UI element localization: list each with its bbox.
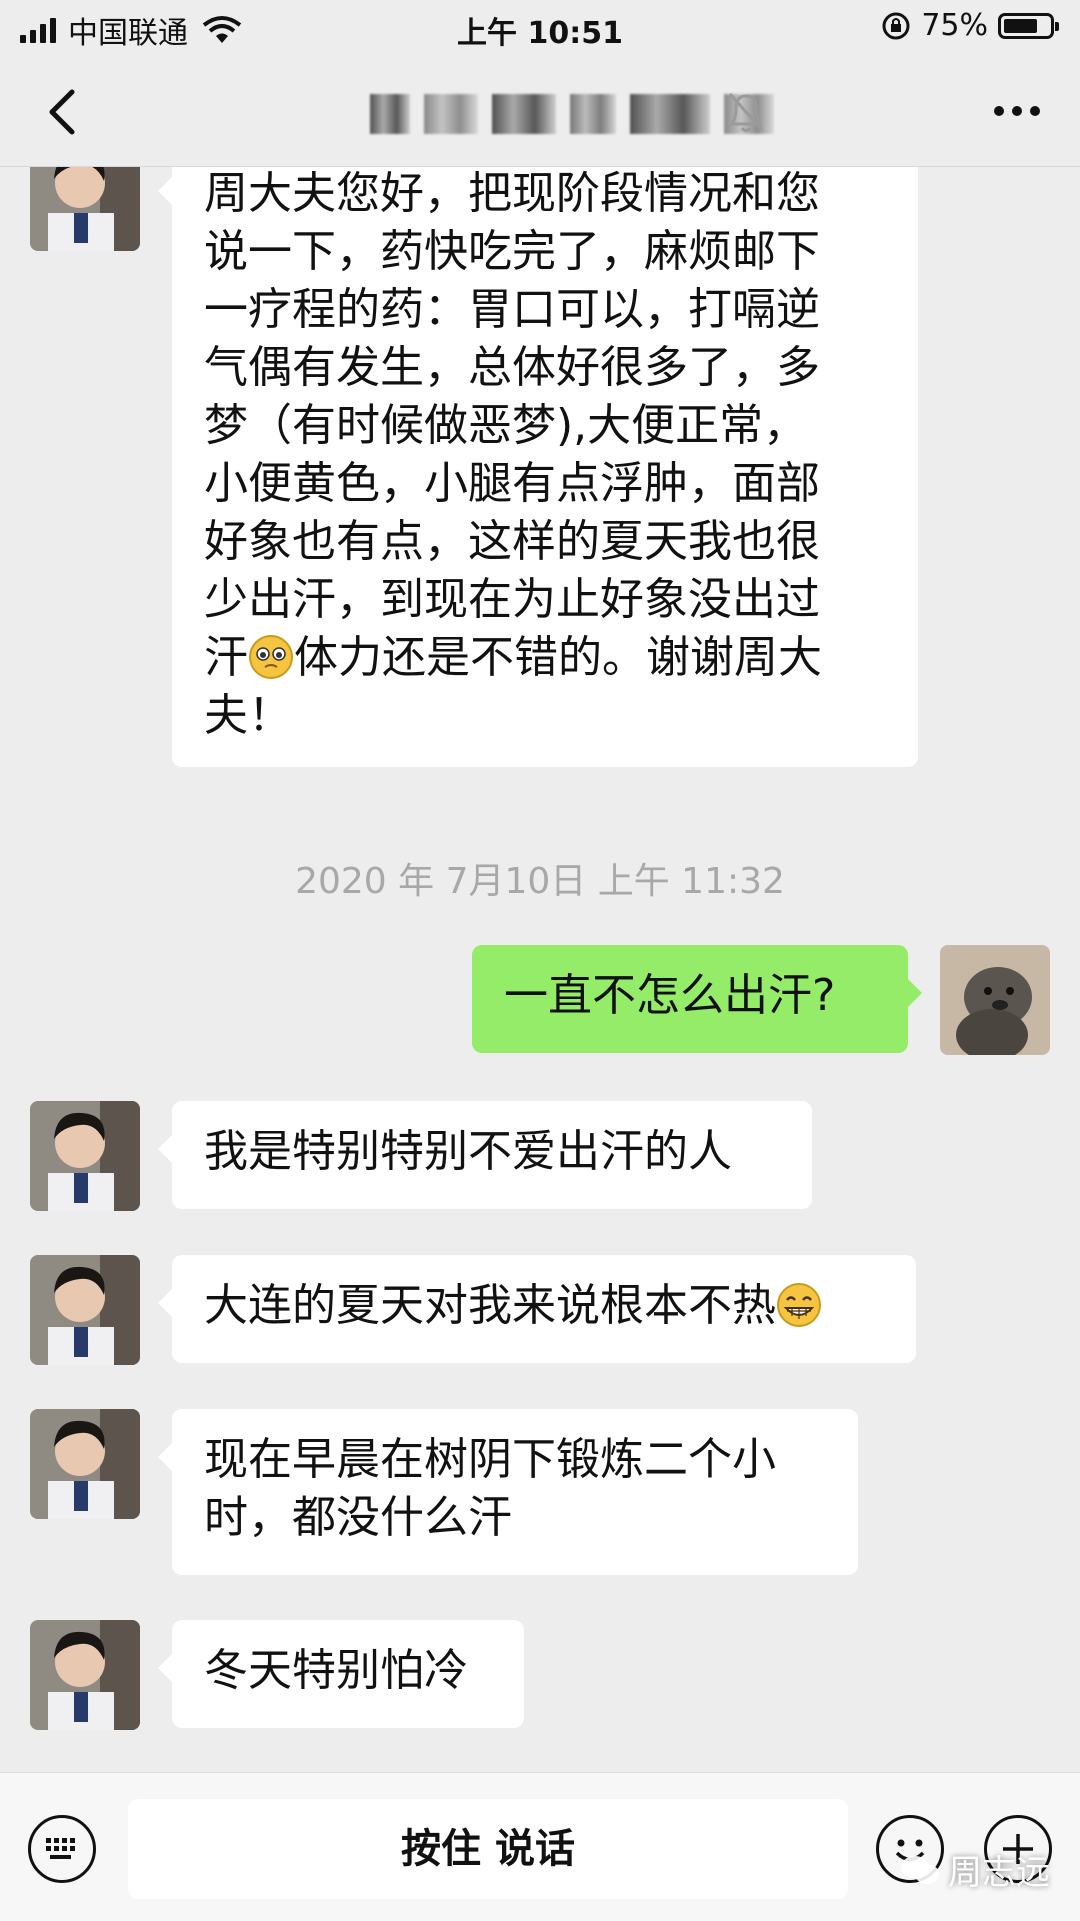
emoji-pleading-icon	[249, 635, 293, 679]
avatar[interactable]	[30, 1101, 140, 1211]
message-bubble-outgoing[interactable]: 一直不怎么出汗?	[472, 945, 922, 1053]
message-text: 我是特别特别不爱出汗的人	[204, 1126, 732, 1177]
chevron-left-icon[interactable]	[36, 82, 96, 142]
keyboard-icon[interactable]	[28, 1815, 96, 1883]
input-bar: 按住 说话 周志远	[0, 1772, 1080, 1921]
message-bubble[interactable]: 冬天特别怕冷	[158, 1620, 524, 1728]
message-text: 现在早晨在树阴下锻炼二个小 时，都没什么汗	[204, 1434, 776, 1543]
message-bubble[interactable]: 我是特别特别不爱出汗的人	[158, 1101, 812, 1209]
timestamp: 2020 年 7月10日 上午 11:32	[295, 861, 785, 902]
avatar-self[interactable]	[940, 945, 1050, 1055]
message-bubble[interactable]: 现在早晨在树阴下锻炼二个小 时，都没什么汗	[158, 1409, 858, 1575]
avatar[interactable]	[30, 1620, 140, 1730]
watermark-text: 周志远	[948, 1853, 1050, 1893]
hold-to-talk-button[interactable]: 按住 说话	[128, 1799, 848, 1899]
message-text: 冬天特别怕冷	[204, 1645, 468, 1696]
bell-slash-icon	[728, 93, 764, 132]
rotation-lock-icon	[882, 12, 910, 39]
watermark: 周志远	[900, 1845, 1050, 1894]
status-right: 75%	[881, 8, 1059, 43]
message-text: 周大夫您好，把现阶段情况和您 说一下，药快吃完了，麻烦邮下 一疗程的药：胃口可以…	[204, 168, 820, 683]
chat-header	[0, 56, 1080, 167]
avatar[interactable]	[30, 1255, 140, 1365]
battery-icon	[998, 12, 1059, 39]
message-text: 一直不怎么出汗?	[504, 970, 836, 1021]
message-text: 大连的夏天对我来说根本不热	[204, 1280, 776, 1331]
more-dots-icon[interactable]	[994, 106, 1040, 116]
emoji-grin-icon	[777, 1283, 821, 1327]
message-bubble[interactable]: 周大夫您好，把现阶段情况和您 说一下，药快吃完了，麻烦邮下 一疗程的药：胃口可以…	[158, 167, 918, 767]
status-bar: 中国联通 上午 10:51 75%	[0, 0, 1080, 56]
avatar[interactable]	[30, 167, 140, 251]
message-list[interactable]: 周大夫您好，把现阶段情况和您 说一下，药快吃完了，麻烦邮下 一疗程的药：胃口可以…	[0, 167, 1080, 1772]
battery-level-fill	[1004, 18, 1037, 33]
avatar[interactable]	[30, 1409, 140, 1519]
message-text-continued: 体力还是不错的。谢谢周大 夫！	[204, 632, 822, 741]
wechat-logo-icon	[901, 1855, 939, 1884]
battery-percent: 75%	[921, 8, 988, 43]
message-bubble[interactable]: 大连的夏天对我来说根本不热	[158, 1255, 916, 1363]
chat-title-pixelated	[370, 90, 774, 138]
